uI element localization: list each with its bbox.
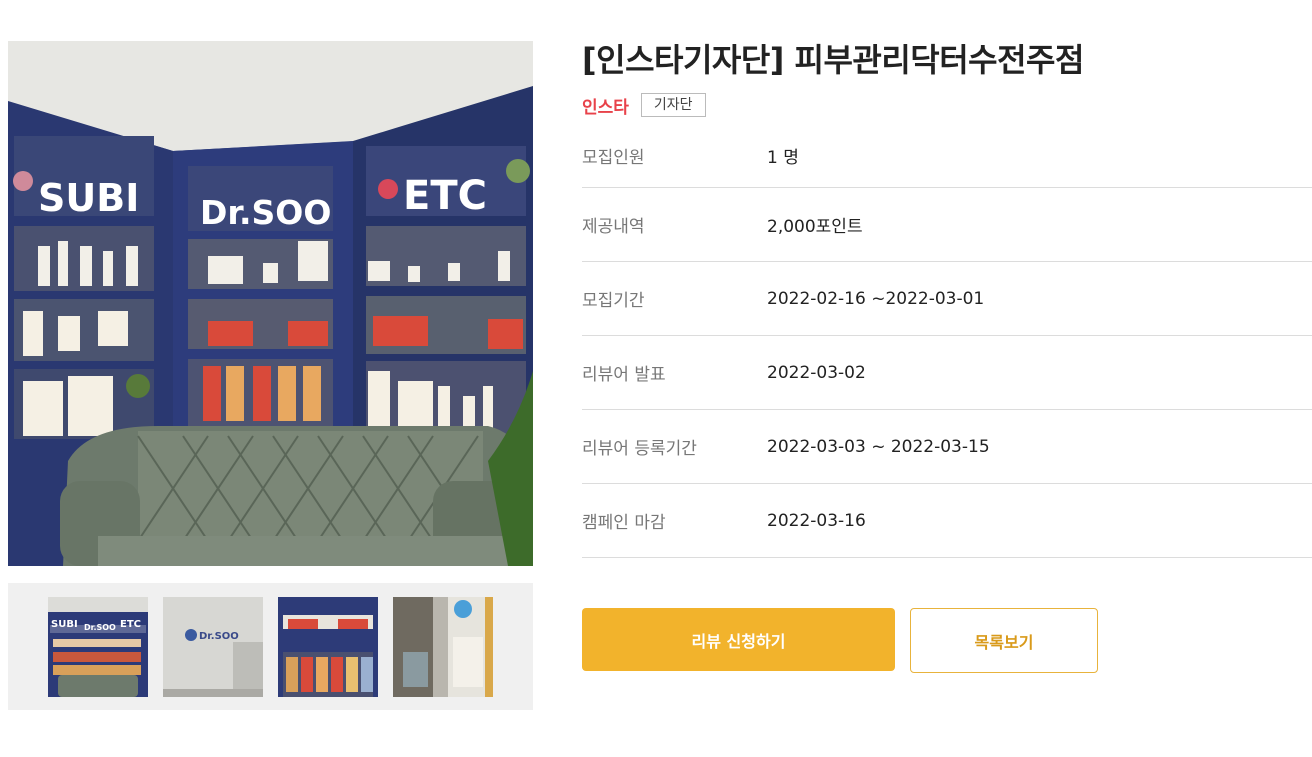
thumbnail-strip: SUBI Dr.SOO ETC Dr.SOO — [8, 583, 533, 710]
thumbnail-2[interactable]: Dr.SOO — [163, 596, 263, 697]
detail-row-recruits: 모집인원 1 명 — [582, 123, 1312, 188]
detail-value: 2022-03-16 — [767, 510, 866, 531]
detail-label: 제공내역 — [582, 217, 645, 237]
thumbnail-1[interactable]: SUBI Dr.SOO ETC — [48, 596, 148, 697]
detail-label: 캠페인 마감 — [582, 513, 666, 533]
main-photo: SUBI Dr.SOO ETC — [8, 41, 533, 566]
detail-row-reward: 제공내역 2,000포인트 — [582, 188, 1312, 262]
view-list-button[interactable]: 목록보기 — [910, 608, 1098, 673]
detail-label: 모집인원 — [582, 147, 645, 168]
svg-text:Dr.SOO: Dr.SOO — [199, 631, 239, 642]
svg-text:SUBI: SUBI — [51, 619, 78, 630]
campaign-title: [인스타기자단] 피부관리닥터수전주점 — [582, 41, 1084, 79]
action-buttons: 리뷰 신청하기 목록보기 — [582, 608, 1312, 673]
detail-value: 2022-03-03 ~ 2022-03-15 — [767, 436, 990, 457]
detail-row-campaign-end: 캠페인 마감 2022-03-16 — [582, 484, 1312, 558]
detail-row-recruit-period: 모집기간 2022-02-16 ~2022-03-01 — [582, 262, 1312, 336]
photo-gallery: SUBI Dr.SOO ETC SUBI Dr.SOO ETC Dr.SOO — [8, 41, 533, 710]
detail-value: 2,000포인트 — [767, 217, 863, 237]
detail-label: 리뷰어 발표 — [582, 365, 666, 385]
drsoo-sign: Dr.SOO — [200, 193, 331, 232]
thumbnail-3[interactable] — [278, 596, 378, 697]
apply-review-button[interactable]: 리뷰 신청하기 — [582, 608, 895, 671]
shop-interior-image: SUBI Dr.SOO ETC — [8, 41, 533, 566]
subi-sign: SUBI — [38, 176, 139, 220]
campaign-details: 모집인원 1 명 제공내역 2,000포인트 모집기간 2022-02-16 ~… — [582, 123, 1312, 558]
detail-value: 2022-02-16 ~2022-03-01 — [767, 288, 985, 309]
detail-label: 리뷰어 등록기간 — [582, 439, 697, 459]
etc-sign: ETC — [403, 173, 487, 219]
svg-text:Dr.SOO: Dr.SOO — [84, 623, 116, 632]
detail-value: 1 명 — [767, 147, 799, 168]
detail-value: 2022-03-02 — [767, 362, 866, 383]
detail-row-announcement: 리뷰어 발표 2022-03-02 — [582, 336, 1312, 410]
sns-tag: 인스타 — [582, 97, 629, 118]
detail-label: 모집기간 — [582, 291, 645, 311]
thumbnail-4[interactable] — [393, 596, 493, 697]
svg-text:ETC: ETC — [120, 619, 141, 630]
campaign-info: [인스타기자단] 피부관리닥터수전주점 인스타 기자단 모집인원 1 명 제공내… — [582, 38, 1312, 673]
detail-row-registration-period: 리뷰어 등록기간 2022-03-03 ~ 2022-03-15 — [582, 410, 1312, 484]
type-badge: 기자단 — [640, 93, 706, 117]
campaign-tags: 인스타 기자단 — [582, 92, 1312, 118]
